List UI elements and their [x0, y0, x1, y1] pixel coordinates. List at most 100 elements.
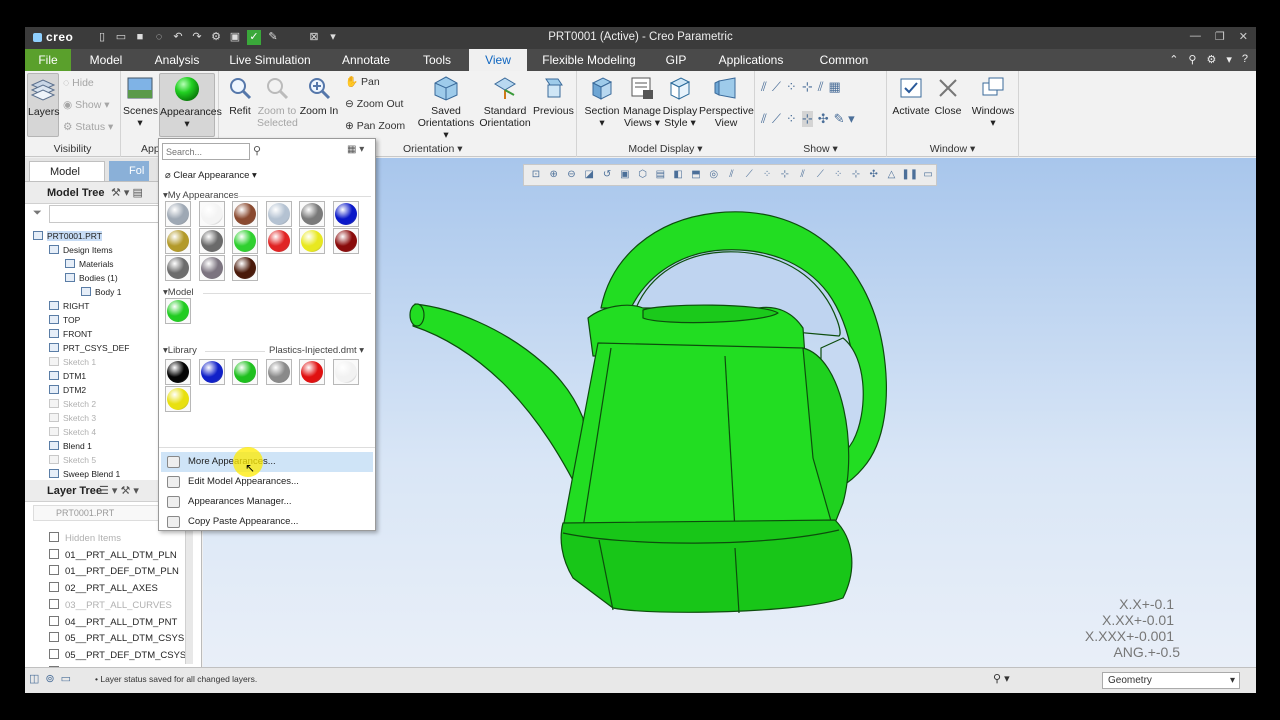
tree-search-input[interactable] — [49, 205, 161, 223]
clear-appearance-button[interactable]: ⌀ Clear Appearance ▾ — [165, 168, 257, 184]
appearance-swatch[interactable] — [165, 298, 191, 324]
tree-node[interactable]: Sketch 3 — [49, 411, 96, 425]
layers-button[interactable]: Layers — [27, 73, 60, 137]
refit-button[interactable]: Refit — [225, 73, 255, 117]
tree-node[interactable]: TOP — [49, 313, 80, 327]
appearance-swatch[interactable] — [299, 228, 325, 254]
appearance-search-input[interactable] — [163, 144, 249, 159]
toggle-navigator-icon[interactable]: ◫ — [29, 672, 39, 685]
appearance-swatch[interactable] — [198, 359, 225, 385]
pen-icon[interactable]: ✎ ▾ — [834, 111, 855, 127]
tab-folder-browser[interactable]: Fol — [109, 161, 149, 181]
appearance-swatch[interactable] — [165, 201, 191, 227]
tab-live-simulation[interactable]: Live Simulation — [225, 49, 315, 71]
search-icon[interactable]: ⚲ — [1188, 53, 1196, 66]
layer-item[interactable]: 01__PRT_DEF_DTM_PLN — [35, 563, 179, 580]
hide-button[interactable]: ◌ Hide — [63, 74, 94, 92]
copy-paste-appearance-menu-item[interactable]: Copy Paste Appearance... — [161, 512, 373, 532]
plane-display-icon[interactable]: ⫽ — [761, 79, 767, 95]
zoom-selected-button[interactable]: Zoom to Selected — [257, 73, 298, 129]
standard-orientation-button[interactable]: Standard Orientation — [477, 73, 533, 129]
appearance-swatch[interactable] — [232, 228, 258, 254]
dropdown-icon[interactable]: ▾ — [1226, 53, 1232, 66]
section-button[interactable]: Section ▾ — [581, 73, 623, 129]
appearance-swatch[interactable] — [332, 228, 359, 254]
tree-node[interactable]: Bodies (1) — [65, 271, 118, 285]
appearance-swatch[interactable] — [332, 201, 359, 227]
restore-icon[interactable]: ❐ — [1215, 30, 1225, 43]
point-tag-display-icon[interactable]: ⁘ — [786, 111, 797, 127]
tab-view[interactable]: View — [469, 49, 527, 71]
status-button[interactable]: ⚙ Status ▾ — [63, 118, 113, 136]
tree-node[interactable]: Design Items — [49, 243, 113, 257]
layer-item[interactable]: 05__PRT_DEF_DTM_CSYS — [35, 647, 186, 664]
tab-gip[interactable]: GIP — [659, 49, 693, 71]
tree-node[interactable]: PRT_CSYS_DEF — [49, 341, 129, 355]
find-icon[interactable]: ⚲ ▾ — [993, 672, 1010, 685]
library-section[interactable]: ▾Library — [163, 345, 197, 357]
edit-model-appearances-menu-item[interactable]: Edit Model Appearances... — [161, 472, 373, 492]
selection-filter[interactable]: Geometry ▾ — [1102, 672, 1240, 689]
tree-node[interactable]: PRT0001.PRT — [33, 229, 102, 243]
fullscreen-icon[interactable]: ▭ — [61, 672, 71, 685]
layer-tools-icon[interactable]: ☰ ▾ ⚒ ▾ — [99, 480, 139, 502]
tab-file[interactable]: File — [25, 49, 71, 71]
collapse-ribbon-icon[interactable]: ⌃ — [1169, 53, 1178, 66]
tree-node[interactable]: Blend 1 — [49, 439, 92, 453]
annotation-icon[interactable]: ▦ — [829, 79, 841, 95]
tree-settings-icon[interactable]: ⚒ ▾ ▤ — [111, 182, 143, 204]
tab-model[interactable]: Model — [83, 49, 129, 71]
browser-icon[interactable]: ⊚ — [45, 672, 54, 685]
layer-scrollbar[interactable] — [185, 524, 193, 664]
pan-zoom-button[interactable]: ⊕ Pan Zoom — [345, 117, 405, 135]
pan-button[interactable]: ✋ Pan — [345, 73, 380, 91]
appearance-swatch[interactable] — [165, 228, 191, 254]
activate-button[interactable]: Activate — [891, 73, 931, 117]
appearance-swatch[interactable] — [332, 359, 359, 385]
appearance-swatch[interactable] — [232, 255, 258, 281]
tree-node[interactable]: Sketch 2 — [49, 397, 96, 411]
spin-center-icon[interactable]: ✣ — [818, 111, 829, 127]
appearance-swatch[interactable] — [299, 201, 325, 227]
appearance-swatch[interactable] — [165, 359, 191, 385]
tree-node[interactable]: FRONT — [49, 327, 92, 341]
community-icon[interactable]: ⚙ — [1206, 53, 1216, 66]
tab-tools[interactable]: Tools — [417, 49, 457, 71]
layer-item[interactable]: 02__PRT_ALL_AXES — [35, 580, 158, 597]
plane-tag-icon[interactable]: ⫽ — [818, 79, 824, 95]
csys-tag-display-icon[interactable]: ⊹ — [801, 111, 813, 127]
minimize-icon[interactable]: — — [1190, 30, 1201, 43]
tree-node[interactable]: Materials — [65, 257, 113, 271]
tree-node[interactable]: Sketch 4 — [49, 425, 96, 439]
layer-item[interactable]: 04__PRT_ALL_DTM_PNT — [35, 614, 177, 631]
tree-node[interactable]: Sweep Blend 1 — [49, 467, 120, 481]
library-file-selector[interactable]: Plastics-Injected.dmt ▾ — [269, 345, 364, 356]
layer-model-selector[interactable]: PRT0001.PRT — [33, 505, 163, 521]
tab-model-tree[interactable]: Model Tree — [29, 161, 105, 198]
layer-item[interactable]: 05__PRT_ALL_DTM_CSYS — [35, 630, 184, 647]
appearance-swatch[interactable] — [232, 201, 258, 227]
perspective-view-button[interactable]: Perspective View — [699, 73, 754, 129]
appearance-swatch[interactable] — [265, 201, 292, 227]
layer-item[interactable]: 01__PRT_ALL_DTM_PLN — [35, 547, 177, 564]
axis-display-icon[interactable]: ⟋ — [772, 79, 781, 95]
appearance-swatch[interactable] — [198, 228, 225, 254]
more-appearances-menu-item[interactable]: More Appearances... — [161, 452, 373, 472]
appearance-swatch[interactable] — [232, 359, 258, 385]
close-button[interactable]: Close — [931, 73, 965, 117]
tab-annotate[interactable]: Annotate — [335, 49, 397, 71]
show-button[interactable]: ◉ Show ▾ — [63, 96, 110, 114]
saved-orientations-button[interactable]: Saved Orientations ▾ — [415, 73, 477, 141]
help-icon[interactable]: ? — [1242, 53, 1248, 66]
close-icon[interactable]: ✕ — [1239, 30, 1248, 43]
axis-tag-display-icon[interactable]: ⟋ — [772, 111, 781, 127]
appearances-button[interactable]: Appearances ▾ — [159, 73, 222, 137]
appearance-swatch[interactable] — [299, 359, 325, 385]
appearances-manager-menu-item[interactable]: Appearances Manager... — [161, 492, 373, 512]
appearance-swatch[interactable] — [198, 201, 225, 227]
tree-node[interactable]: Body 1 — [81, 285, 121, 299]
previous-button[interactable]: Previous — [533, 73, 574, 117]
tab-flexible-modeling[interactable]: Flexible Modeling — [539, 49, 639, 71]
tree-node[interactable]: RIGHT — [49, 299, 89, 313]
tree-node[interactable]: Sketch 5 — [49, 453, 96, 467]
